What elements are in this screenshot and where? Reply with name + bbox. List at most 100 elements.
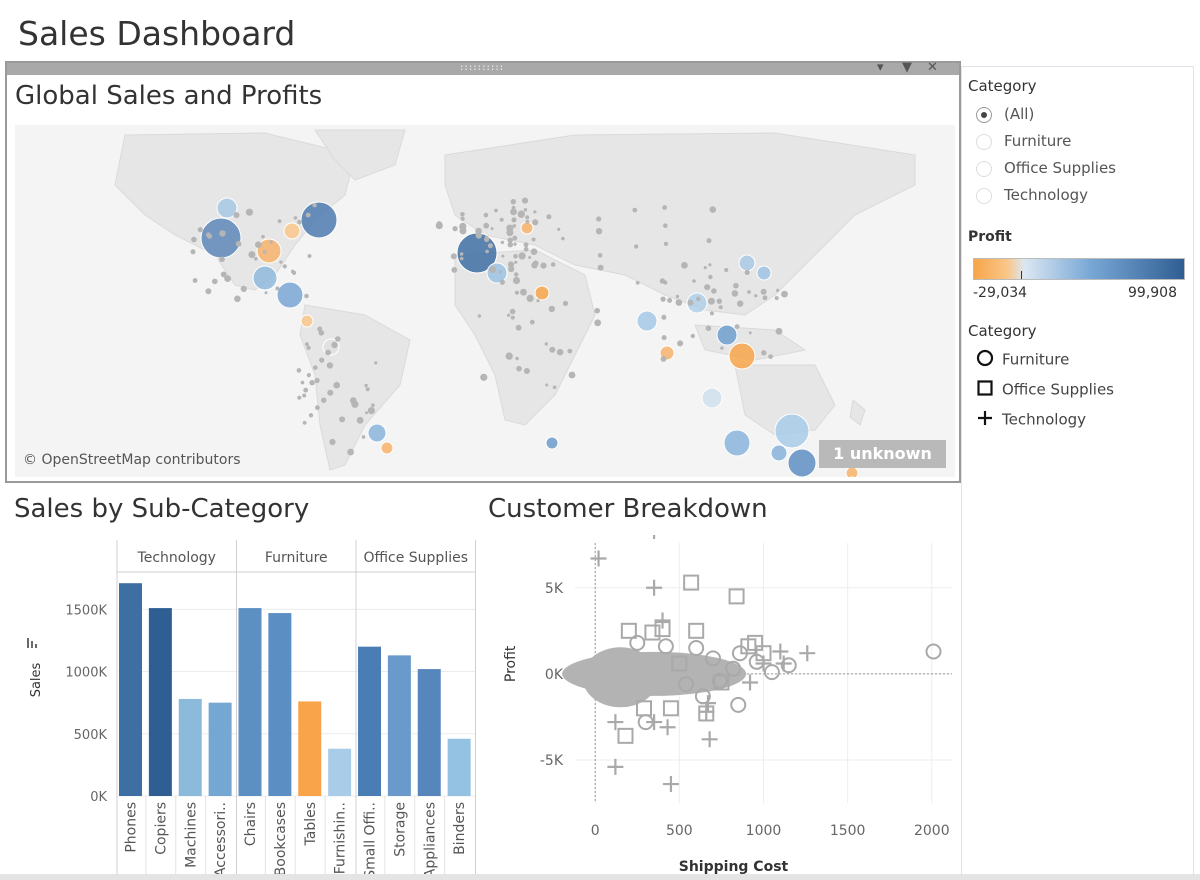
map-location-mark[interactable] — [510, 199, 516, 205]
dropdown-arrow-icon[interactable]: ▾ — [877, 60, 884, 75]
map-location-mark[interactable] — [380, 441, 394, 455]
map-location-mark[interactable] — [774, 296, 779, 301]
map-location-mark[interactable] — [737, 300, 744, 307]
map-location-mark[interactable] — [546, 214, 552, 220]
radio-selected-icon[interactable] — [976, 106, 992, 123]
map-location-mark[interactable] — [845, 466, 859, 477]
map-location-mark[interactable] — [723, 429, 751, 457]
map-location-mark[interactable] — [760, 288, 767, 295]
map-location-mark[interactable] — [459, 252, 464, 256]
map-location-mark[interactable] — [501, 254, 505, 258]
technology-point[interactable] — [799, 645, 816, 662]
map-location-mark[interactable] — [770, 444, 788, 462]
map-location-mark[interactable] — [306, 345, 311, 350]
map-location-mark[interactable] — [748, 331, 752, 335]
sales-bar[interactable] — [238, 608, 262, 796]
map-location-mark[interactable] — [738, 254, 756, 272]
map-location-mark[interactable] — [293, 216, 298, 220]
map-location-mark[interactable] — [775, 327, 783, 335]
map-location-mark[interactable] — [262, 249, 267, 254]
office-supplies-point[interactable] — [728, 588, 745, 605]
map-location-mark[interactable] — [533, 210, 537, 214]
map-location-mark[interactable] — [675, 299, 683, 306]
map-location-mark[interactable] — [512, 235, 518, 241]
map-location-mark[interactable] — [485, 249, 489, 254]
map-location-mark[interactable] — [731, 290, 739, 297]
map-location-mark[interactable] — [514, 272, 519, 277]
map-location-mark[interactable] — [500, 240, 505, 245]
map-location-mark[interactable] — [663, 241, 669, 246]
map-location-mark[interactable] — [374, 361, 378, 365]
map-location-mark[interactable] — [709, 311, 714, 316]
map-location-mark[interactable] — [511, 217, 517, 223]
map-location-mark[interactable] — [300, 314, 314, 328]
map-location-mark[interactable] — [305, 342, 309, 346]
map-location-mark[interactable] — [761, 350, 767, 356]
shape-legend-office-supplies[interactable]: Office Supplies — [976, 379, 1114, 401]
furniture-point[interactable] — [763, 664, 780, 681]
map-location-mark[interactable] — [706, 238, 712, 244]
map-location-mark[interactable] — [248, 251, 256, 259]
map-location-mark[interactable] — [212, 278, 218, 285]
map-location-mark[interactable] — [510, 315, 515, 320]
map-location-mark[interactable] — [339, 416, 346, 423]
map-location-mark[interactable] — [483, 222, 490, 229]
map-location-mark[interactable] — [756, 265, 772, 281]
map-location-mark[interactable] — [661, 335, 667, 341]
technology-point[interactable] — [646, 535, 662, 539]
map-location-mark[interactable] — [520, 221, 534, 235]
furniture-point[interactable] — [657, 638, 674, 655]
radio-icon[interactable] — [976, 160, 992, 177]
drag-grip-icon[interactable]: :::::::::: — [459, 63, 504, 73]
map-location-mark[interactable] — [300, 201, 338, 239]
map-location-mark[interactable] — [701, 387, 723, 409]
shape-legend-furniture[interactable]: Furniture — [976, 349, 1069, 371]
map-location-mark[interactable] — [549, 346, 556, 353]
map-location-mark[interactable] — [707, 297, 715, 305]
sales-bar[interactable] — [447, 738, 471, 796]
map-pane[interactable]: :::::::::: ▾ ▼ ✕ Global Sales and Profit… — [5, 60, 961, 483]
map-location-mark[interactable] — [499, 217, 504, 222]
map-location-mark[interactable] — [365, 411, 368, 415]
map-location-mark[interactable] — [675, 294, 680, 299]
map-location-mark[interactable] — [317, 326, 323, 332]
technology-point[interactable] — [607, 714, 624, 731]
map-location-mark[interactable] — [512, 276, 521, 285]
map-location-mark[interactable] — [548, 305, 555, 313]
customer-breakdown-chart[interactable]: 0 500 1000 1500 2000 5K 0K -5K Shipping Cost Prof… — [480, 535, 958, 875]
map-location-mark[interactable] — [499, 279, 505, 285]
map-location-mark[interactable] — [309, 380, 315, 386]
map-location-mark[interactable] — [489, 266, 497, 273]
map-location-mark[interactable] — [333, 381, 341, 389]
map-location-mark[interactable] — [512, 224, 517, 228]
map-location-mark[interactable] — [450, 253, 457, 260]
map-location-mark[interactable] — [744, 269, 750, 275]
map-location-mark[interactable] — [711, 288, 717, 294]
map-location-mark[interactable] — [219, 256, 225, 263]
map-location-mark[interactable] — [275, 286, 280, 291]
map-location-mark[interactable] — [350, 397, 357, 404]
filter-icon[interactable]: ▼ — [902, 60, 912, 75]
map-location-mark[interactable] — [509, 308, 516, 315]
map-location-mark[interactable] — [329, 438, 336, 446]
sales-bar[interactable] — [119, 583, 142, 796]
map-location-mark[interactable] — [716, 298, 722, 304]
map-location-mark[interactable] — [235, 240, 242, 247]
map-location-mark[interactable] — [677, 340, 684, 347]
map-location-mark[interactable] — [498, 270, 502, 274]
map-location-mark[interactable] — [364, 383, 368, 388]
map-location-mark[interactable] — [477, 314, 482, 318]
map-location-mark[interactable] — [331, 341, 338, 349]
map-location-mark[interactable] — [480, 373, 488, 381]
map-location-mark[interactable] — [513, 242, 517, 246]
map-location-mark[interactable] — [703, 266, 707, 270]
radio-icon[interactable] — [976, 187, 992, 204]
map-location-mark[interactable] — [490, 227, 494, 231]
map-location-mark[interactable] — [690, 333, 695, 339]
sales-bar[interactable] — [298, 701, 322, 796]
map-location-mark[interactable] — [523, 242, 529, 248]
map-location-mark[interactable] — [561, 236, 565, 241]
technology-point[interactable] — [772, 643, 789, 660]
map-location-mark[interactable] — [192, 278, 198, 283]
map-location-mark[interactable] — [595, 228, 603, 235]
